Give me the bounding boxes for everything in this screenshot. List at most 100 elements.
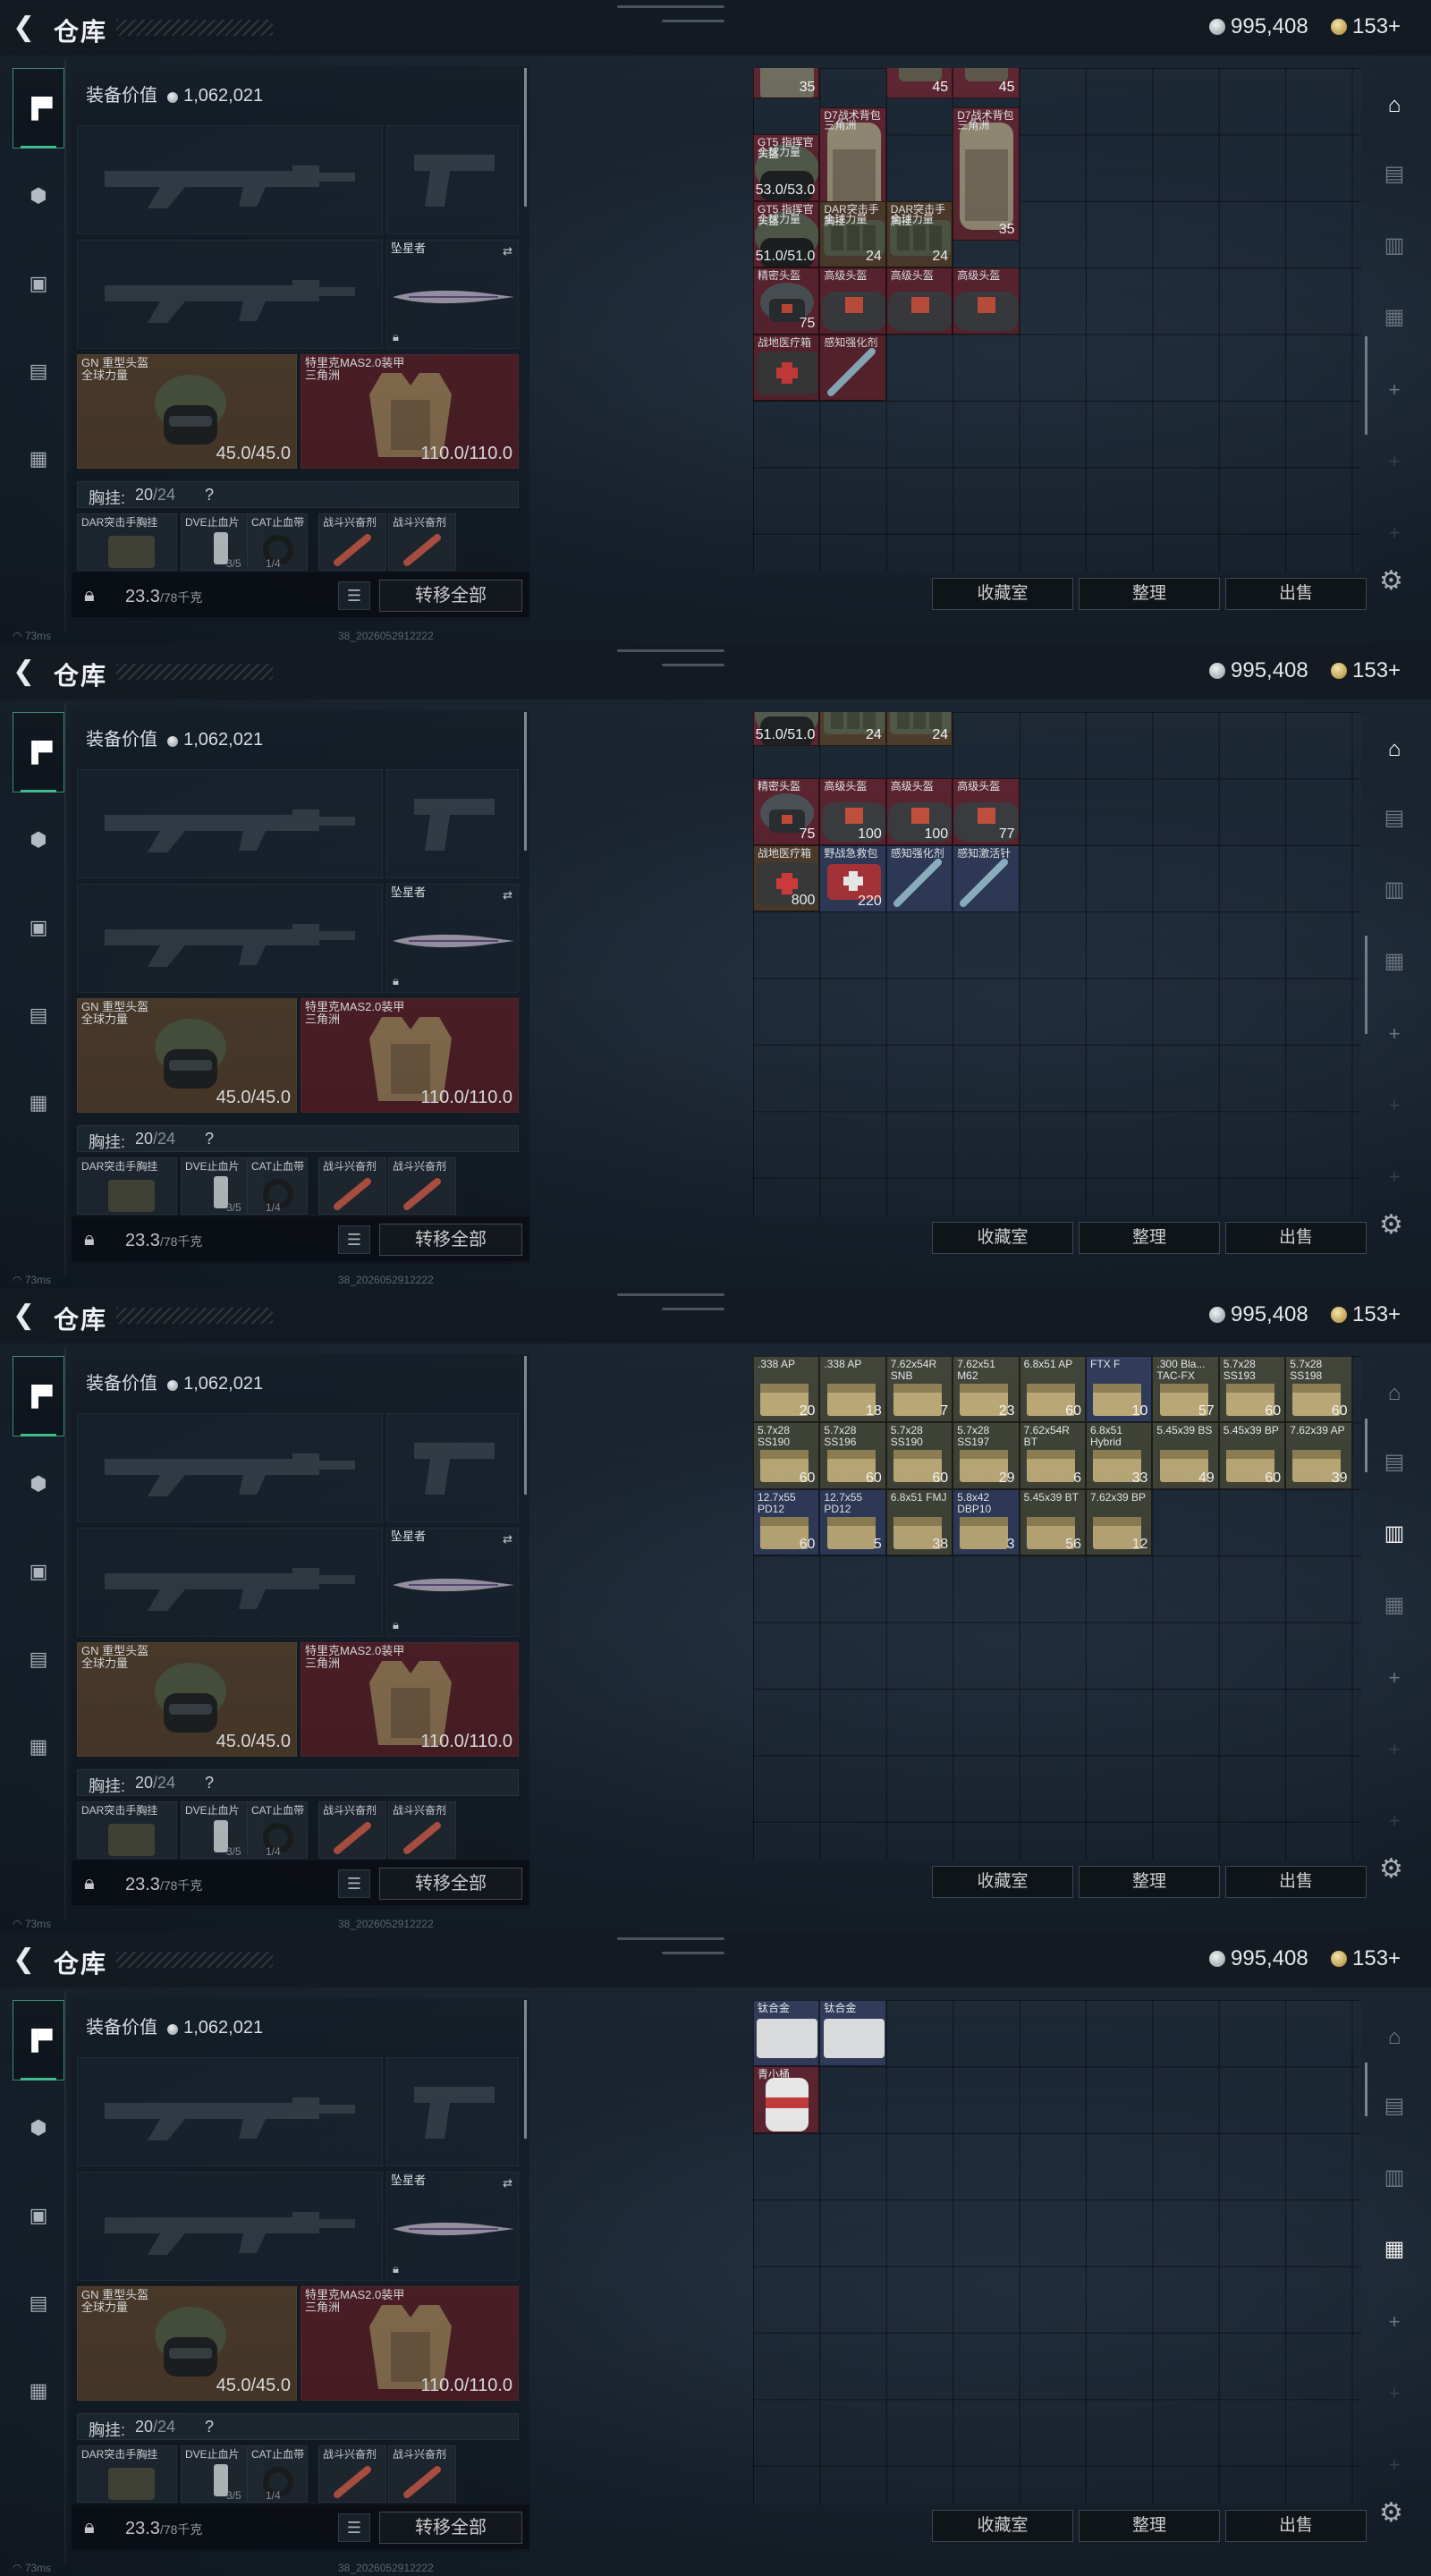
secondary-weapon-slot[interactable] <box>77 1528 383 1637</box>
tab-case[interactable]: ▦ <box>13 2351 64 2431</box>
storage-item[interactable]: 战地医疗箱 800 <box>753 844 820 912</box>
primary-weapon-slot[interactable] <box>77 125 383 234</box>
tourniquet-item[interactable]: CAT止血带 1/4 <box>247 1801 308 1859</box>
storage-item[interactable]: 12.7x55 PD12 60 <box>753 1488 820 1556</box>
chest-rig-item[interactable]: DAR突击手胸挂 <box>77 1801 177 1859</box>
melee-slot[interactable]: 坠星者 ⇄ 🔒︎ <box>386 884 519 993</box>
primary-weapon-slot[interactable] <box>77 2057 383 2166</box>
help-icon[interactable]: ? <box>205 2418 214 2436</box>
transfer-all-button[interactable]: 转移全部 <box>379 1224 522 1256</box>
add-storage-button[interactable]: + <box>1372 506 1417 560</box>
transfer-all-button[interactable]: 转移全部 <box>379 580 522 612</box>
storage-item[interactable]: 钛合金 <box>753 2000 820 2067</box>
tab-storage-2[interactable]: ▥ <box>1372 862 1417 916</box>
stimulant-item[interactable]: 战斗兴奋剂 <box>388 513 456 571</box>
storage-item[interactable]: 51.0/51.0 <box>753 712 820 747</box>
pistol-slot[interactable] <box>386 125 519 234</box>
add-gold-icon[interactable]: + <box>1388 14 1401 38</box>
swap-icon[interactable]: ⇄ <box>503 888 512 902</box>
storage-item[interactable]: 24 <box>819 712 886 747</box>
warehouse-scrollbar[interactable] <box>1365 1419 1367 1472</box>
storage-item[interactable]: 5.7x28 SS190 60 <box>885 1422 953 1489</box>
sell-button[interactable]: 出售 <box>1225 1866 1367 1898</box>
collection-room-button[interactable]: 收藏室 <box>932 1866 1073 1898</box>
sell-button[interactable]: 出售 <box>1225 1222 1367 1254</box>
storage-item[interactable]: 7.62x54R BT 6 <box>1019 1422 1086 1489</box>
pistol-slot[interactable] <box>386 769 519 878</box>
tab-storage-3[interactable]: ▦ <box>1372 1578 1417 1631</box>
tab-storage-1[interactable]: ▤ <box>1372 791 1417 844</box>
melee-slot[interactable]: 坠星者 ⇄ 🔒︎ <box>386 240 519 349</box>
chest-rig-item[interactable]: DAR突击手胸挂 <box>77 1157 177 1215</box>
add-gold-icon[interactable]: + <box>1388 1302 1401 1326</box>
help-icon[interactable]: ? <box>205 1774 214 1792</box>
back-icon[interactable]: ❮ <box>13 13 38 43</box>
storage-item[interactable]: 6.8x51 FMJ 38 <box>885 1488 953 1556</box>
storage-item[interactable]: .338 AP 18 <box>819 1356 886 1423</box>
loadout-scrollbar[interactable] <box>524 712 527 851</box>
add-storage-button[interactable]: + <box>1372 2367 1417 2420</box>
warehouse-grid[interactable]: 354545D7战术背包三角洲35D7战术背包三角洲35GT5 指挥官头盔全球力… <box>753 68 1361 572</box>
storage-item[interactable]: 5.7x28 SS198 60 <box>1285 1356 1352 1423</box>
storage-item[interactable]: 精密头盔 75 <box>753 778 820 845</box>
storage-item[interactable]: 高级头盔 100 <box>885 778 953 845</box>
storage-item[interactable]: 5.7x28 SS196 60 <box>819 1422 886 1489</box>
tab-storage-1[interactable]: ▤ <box>1372 1435 1417 1488</box>
add-storage-button[interactable]: + <box>1372 1723 1417 1776</box>
swap-icon[interactable]: ⇄ <box>503 1532 512 1546</box>
add-storage-button[interactable]: + <box>1372 2438 1417 2492</box>
sort-button[interactable]: 整理 <box>1079 578 1220 610</box>
storage-item[interactable]: 35 <box>753 68 820 99</box>
help-icon[interactable]: ? <box>205 1130 214 1148</box>
secondary-weapon-slot[interactable] <box>77 884 383 993</box>
tab-medical[interactable]: ▤ <box>13 1619 64 1699</box>
storage-item[interactable]: DAR突击手胸挂 全球力量 24 <box>819 200 886 268</box>
storage-item[interactable]: 战地医疗箱 <box>753 334 820 401</box>
settings-gear-icon[interactable]: ⚙ <box>1379 565 1403 597</box>
gold-currency[interactable]: 153+ <box>1331 14 1401 39</box>
tab-storage-3[interactable]: ▦ <box>1372 290 1417 343</box>
list-view-button[interactable]: ☰ <box>338 1225 370 1254</box>
tab-medical[interactable]: ▤ <box>13 975 64 1055</box>
tab-case[interactable]: ▦ <box>13 419 64 499</box>
collection-room-button[interactable]: 收藏室 <box>932 2510 1073 2542</box>
warehouse-grid[interactable]: 51.0/51.0 24 24 精密头盔 75 高级头盔 100 高级头盔 100 高级头盔 77 战… <box>753 712 1361 1216</box>
tab-medical[interactable]: ▤ <box>13 331 64 411</box>
helmet-slot[interactable]: GN 重型头盔 全球力量 45.0/45.0 <box>77 354 297 469</box>
gold-currency[interactable]: 153+ <box>1331 658 1401 683</box>
tab-case[interactable]: ▦ <box>13 1063 64 1143</box>
storage-item[interactable]: FTX F 10 <box>1086 1356 1153 1423</box>
warehouse-grid[interactable]: .338 AP 20.338 AP 18 7.62x54R SNB 7 7.62x51 M… <box>753 1356 1361 1860</box>
sell-button[interactable]: 出售 <box>1225 578 1367 610</box>
warehouse-scrollbar[interactable] <box>1365 2063 1367 2116</box>
tourniquet-item[interactable]: CAT止血带 1/4 <box>247 513 308 571</box>
armor-slot[interactable]: 特里克MAS2.0装甲 三角洲 110.0/110.0 <box>301 1642 519 1757</box>
storage-item[interactable]: 高级头盔 <box>819 267 886 335</box>
helmet-slot[interactable]: GN 重型头盔 全球力量 45.0/45.0 <box>77 2286 297 2401</box>
storage-item[interactable]: D7战术背包三角洲35 <box>953 107 1020 241</box>
storage-item[interactable]: 7.62x54R SNB 7 <box>885 1356 953 1423</box>
add-storage-button[interactable]: + <box>1372 1007 1417 1061</box>
back-icon[interactable]: ❮ <box>13 1945 38 1975</box>
transfer-all-button[interactable]: 转移全部 <box>379 1868 522 1900</box>
collection-room-button[interactable]: 收藏室 <box>932 1222 1073 1254</box>
list-view-button[interactable]: ☰ <box>338 1869 370 1898</box>
helmet-slot[interactable]: GN 重型头盔 全球力量 45.0/45.0 <box>77 1642 297 1757</box>
tab-armor[interactable]: ⬢ <box>13 2088 64 2168</box>
storage-item[interactable]: 感知强化剂 <box>885 845 953 912</box>
back-icon[interactable]: ❮ <box>13 1301 38 1331</box>
pistol-slot[interactable] <box>386 2057 519 2166</box>
storage-item[interactable]: 24 <box>885 712 953 747</box>
collection-room-button[interactable]: 收藏室 <box>932 578 1073 610</box>
stimulant-item[interactable]: 战斗兴奋剂 <box>318 1801 386 1859</box>
chest-rig-item[interactable]: DAR突击手胸挂 <box>77 513 177 571</box>
stimulant-item[interactable]: 战斗兴奋剂 <box>388 1157 456 1215</box>
tab-armor[interactable]: ⬢ <box>13 800 64 880</box>
storage-item[interactable]: 钛合金 <box>819 2000 886 2067</box>
settings-gear-icon[interactable]: ⚙ <box>1379 2497 1403 2529</box>
tab-weapons[interactable]: ▐▀ <box>13 2000 64 2080</box>
storage-item[interactable]: 7.62x39 AP 39 <box>1285 1422 1352 1489</box>
tab-backpack[interactable]: ▣ <box>13 2175 64 2256</box>
storage-item[interactable]: 野战急救包 220 <box>819 845 886 912</box>
storage-item[interactable]: 精密头盔 75 <box>753 267 820 335</box>
